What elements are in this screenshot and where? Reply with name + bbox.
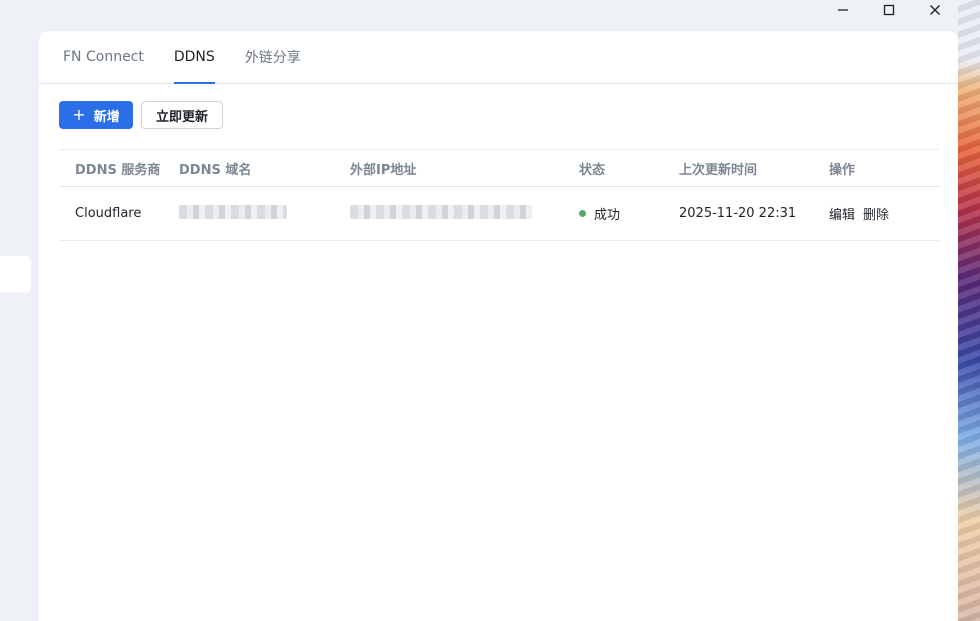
toolbar: + 新增 立即更新 [59, 101, 223, 129]
status-text: 成功 [594, 208, 621, 223]
header-provider: DDNS 服务商 [75, 162, 161, 178]
close-icon [930, 5, 940, 15]
cell-domain [179, 204, 350, 223]
minimize-icon [838, 9, 848, 11]
tab-ddns[interactable]: DDNS [173, 30, 215, 84]
header-last-updated: 上次更新时间 [679, 162, 758, 178]
blurred-ip [350, 204, 532, 219]
tab-bar: FN Connect DDNS 外链分享 [39, 31, 958, 84]
close-button[interactable] [912, 0, 958, 20]
window-controls [820, 0, 958, 20]
tab-fn-connect[interactable]: FN Connect [63, 30, 144, 83]
add-button[interactable]: + 新增 [59, 101, 133, 129]
background-window-edge [0, 256, 31, 292]
header-external-ip: 外部IP地址 [350, 162, 417, 178]
minimize-button[interactable] [820, 0, 866, 20]
blurred-domain [179, 204, 287, 219]
cell-external-ip [350, 204, 579, 223]
delete-link[interactable]: 删除 [863, 204, 889, 223]
edit-link[interactable]: 编辑 [829, 204, 855, 223]
maximize-icon [883, 4, 895, 16]
desktop-wallpaper [958, 0, 980, 621]
status-dot [579, 210, 586, 217]
cell-status: 成功 [579, 204, 679, 223]
plus-icon: + [72, 105, 86, 124]
maximize-button[interactable] [866, 0, 912, 20]
cell-last-updated: 2025-11-20 22:31 [679, 206, 797, 221]
update-now-button[interactable]: 立即更新 [141, 101, 223, 129]
main-panel: FN Connect DDNS 外链分享 + 新增 立即更新 DDNS 服务商 … [39, 31, 958, 621]
header-domain: DDNS 域名 [179, 162, 252, 178]
cell-actions: 编辑 删除 [829, 204, 939, 223]
header-actions: 操作 [829, 162, 856, 178]
cell-provider: Cloudflare [75, 206, 142, 221]
header-status: 状态 [579, 162, 606, 178]
ddns-table: DDNS 服务商 DDNS 域名 外部IP地址 状态 上次更新时间 操作 Clo… [59, 149, 939, 241]
add-button-label: 新增 [93, 109, 120, 125]
table-row: Cloudflare 成功 2025-11-20 22:31 编辑 删除 [59, 187, 939, 241]
tab-external-share[interactable]: 外链分享 [245, 30, 301, 83]
table-header: DDNS 服务商 DDNS 域名 外部IP地址 状态 上次更新时间 操作 [59, 149, 939, 187]
